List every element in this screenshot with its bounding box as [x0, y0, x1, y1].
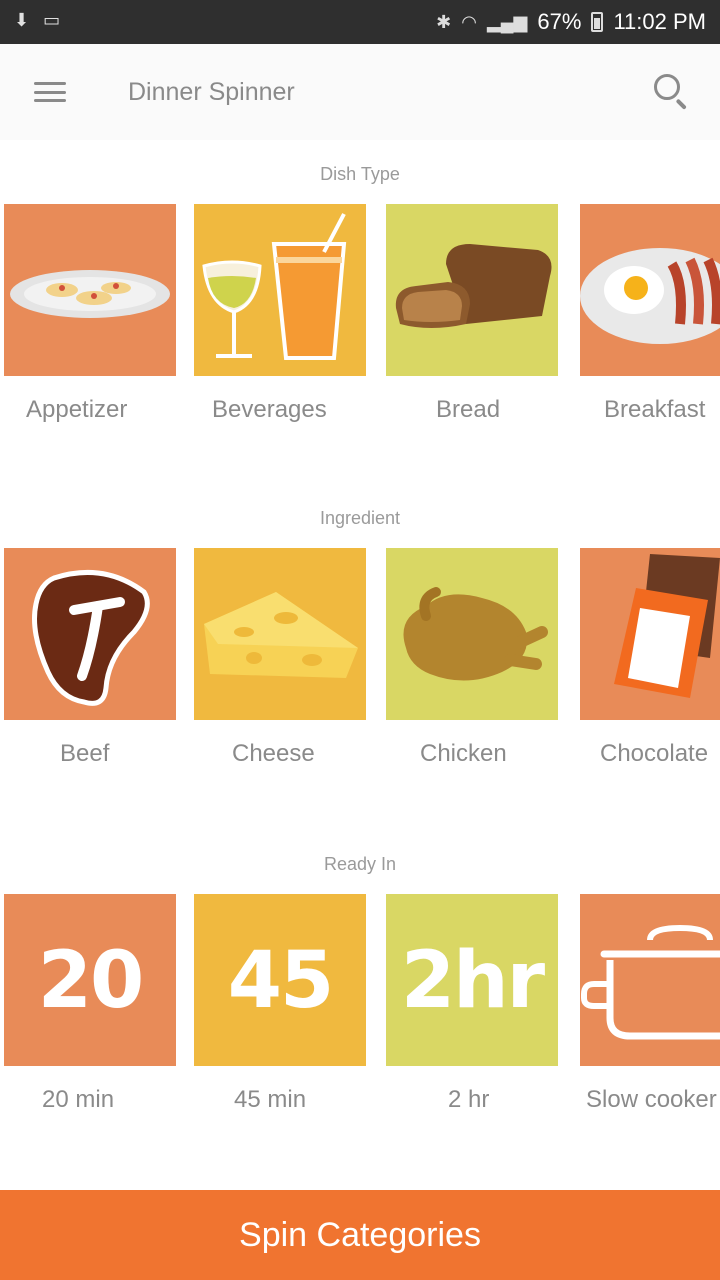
section-title-dish-type: Dish Type — [320, 164, 400, 184]
tile-label-appetizer: Appetizer — [26, 396, 128, 423]
tile-label-20-min: 20 min — [42, 1086, 115, 1113]
tile-chicken[interactable] — [386, 548, 558, 720]
tile-bread[interactable] — [386, 204, 558, 376]
tile-label-bread: Bread — [436, 396, 501, 423]
cheese-icon — [204, 592, 358, 678]
tile-label-beverages: Beverages — [212, 396, 327, 423]
battery-icon — [591, 12, 604, 32]
tile-breakfast[interactable] — [580, 204, 720, 376]
wifi-icon: ◠ — [461, 11, 477, 32]
clock: 11:02 PM — [613, 9, 706, 34]
tile-slow-cooker[interactable] — [580, 894, 720, 1066]
menu-icon[interactable] — [30, 76, 70, 108]
slow-cooker-pot-icon — [581, 924, 720, 1040]
status-bar: ⬇ ▭ ✱ ◠ ▂▄▆ 67% 11:02 PM — [0, 0, 720, 44]
steak-icon — [32, 570, 150, 706]
45-min-icon: 45 — [227, 936, 335, 1026]
download-icon: ⬇ — [14, 10, 30, 30]
tile-label-breakfast: Breakfast — [604, 396, 706, 423]
spin-categories-button[interactable]: Spin Categories — [0, 1190, 720, 1280]
bread-loaf-icon — [395, 244, 552, 328]
tile-label-45-min: 45 min — [234, 1086, 307, 1113]
notification-icon: ▭ — [43, 10, 61, 30]
tile-label-slow-cooker: Slow cooker — [586, 1086, 717, 1113]
tile-cheese[interactable] — [194, 548, 366, 720]
appetizer-plate-icon — [10, 270, 170, 318]
tile-beef[interactable] — [4, 548, 176, 720]
2-hr-icon: 2hr — [400, 936, 545, 1026]
notification-icons: ⬇ ▭ — [14, 10, 60, 31]
chocolate-bar-icon — [614, 554, 720, 698]
section-title-ingredient: Ingredient — [319, 508, 401, 528]
tile-chocolate[interactable] — [580, 548, 720, 720]
tile-20-min[interactable]: 20 — [4, 894, 176, 1066]
tile-label-2-hr: 2 hr — [448, 1086, 490, 1113]
search-icon[interactable] — [650, 70, 694, 114]
battery-percent: 67% — [537, 9, 582, 34]
section-title-ready-in: Ready In — [323, 854, 397, 874]
app-bar: Dinner Spinner — [0, 44, 720, 140]
tile-45-min[interactable]: 45 — [194, 894, 366, 1066]
beverages-glasses-icon — [202, 213, 347, 360]
tile-label-chocolate: Chocolate — [600, 740, 709, 767]
tile-beverages[interactable] — [194, 204, 366, 376]
tile-appetizer[interactable] — [4, 204, 176, 376]
breakfast-plate-icon — [580, 248, 720, 344]
20-min-icon: 20 — [37, 936, 145, 1026]
signal-icon: ▂▄▆ — [486, 11, 528, 32]
roast-chicken-icon — [403, 587, 548, 681]
tile-label-beef: Beef — [60, 740, 110, 767]
bluetooth-icon: ✱ — [436, 11, 452, 32]
tile-label-cheese: Cheese — [232, 740, 315, 767]
tile-2-hr[interactable]: 2hr — [386, 894, 558, 1066]
tile-label-chicken: Chicken — [420, 740, 507, 767]
app-title: Dinner Spinner — [128, 78, 295, 106]
